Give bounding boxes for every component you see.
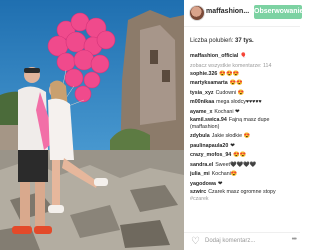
comments-list: maffashion_official 🎈 zobacz wszystkie ko…: [190, 52, 298, 204]
comment-item: szwirc Czarek masz ogromne stopy #czarek: [190, 189, 298, 203]
comment-item: sophie.326 😍😍😍: [190, 70, 298, 80]
comment-author[interactable]: tysia_xyz: [190, 90, 214, 96]
comment-item: m00nikaa mega słodcy♥♥♥♥♥: [190, 98, 298, 108]
comment-author[interactable]: martyksamarta: [190, 80, 228, 86]
comment-author[interactable]: zdybula: [190, 133, 210, 139]
post-details-panel: maffashion... Obserwowanie Liczba polubi…: [184, 0, 302, 251]
comment-author[interactable]: m00nikaa: [190, 99, 214, 105]
caption-author[interactable]: maffashion_official: [190, 53, 238, 59]
comment-author[interactable]: yagodowa: [190, 181, 216, 187]
comment-text: Jakie słodkie 😍: [211, 133, 251, 139]
comment-item: martyksamarta 😍😍: [190, 79, 298, 89]
comment-text: mega słodcy♥♥♥♥♥: [216, 99, 262, 105]
comment-item: yagodowa ❤: [190, 180, 298, 190]
comment-author[interactable]: szwirc: [190, 189, 206, 195]
comment-author[interactable]: kamil.swica.94: [190, 117, 227, 123]
comment-author[interactable]: sophie.326: [190, 71, 217, 77]
comment-item: ayame_x Kochani ❤: [190, 108, 298, 118]
comment-author[interactable]: crazy_mofos_94: [190, 152, 231, 158]
add-comment-bar: ♡ Dodaj komentarz... •••: [184, 232, 300, 251]
avatar[interactable]: [189, 5, 205, 21]
likes-label: Liczba polubień:: [190, 38, 234, 44]
comment-text: ❤: [230, 142, 235, 149]
comment-author[interactable]: sandra.el: [190, 162, 213, 168]
follow-button[interactable]: Obserwowanie: [254, 5, 302, 19]
comment-item: kamil.swica.94 Fajną masz dupe (maffashio…: [190, 117, 298, 131]
comment-text: Sweet🖤🖤🖤🖤: [215, 161, 257, 168]
comment-text: Kochani😍: [211, 171, 238, 177]
comment-item: julia_mi Kochani😍: [190, 170, 298, 180]
comment-item: crazy_mofos_94 😍😍: [190, 151, 298, 161]
comment-text: 😍😍: [229, 80, 243, 86]
comment-author[interactable]: julia_mi: [190, 171, 210, 177]
add-comment-input[interactable]: Dodaj komentarz...: [205, 238, 255, 244]
comment-text: 😍😍: [233, 152, 247, 158]
comment-item: tysia_xyz Cudowni 😍: [190, 89, 298, 99]
caption-text: 🎈: [240, 53, 247, 59]
comment-text: 😍😍😍: [219, 70, 240, 77]
post-photo: [0, 0, 184, 250]
comment-item: zdybula Jakie słodkie 😍: [190, 132, 298, 142]
post-header: maffashion... Obserwowanie: [184, 0, 302, 27]
comment-text: Cudowni 😍: [215, 89, 245, 96]
more-options-icon[interactable]: •••: [292, 236, 297, 243]
comment-item: sandra.el Sweet🖤🖤🖤🖤: [190, 161, 298, 171]
post-username[interactable]: maffashion...: [206, 8, 249, 15]
likes-row: Liczba polubień: 37 tys.: [190, 38, 254, 44]
comment-author[interactable]: paulinapaula20: [190, 143, 228, 149]
likes-count[interactable]: 37 tys.: [235, 38, 254, 44]
view-all-comments-link[interactable]: zobacz wszystkie komentarze: 114: [190, 62, 298, 70]
comment-item: paulinapaula20 ❤: [190, 142, 298, 152]
comment-text: ❤: [217, 180, 223, 187]
heart-icon[interactable]: ♡: [191, 237, 200, 247]
comment-text: Kochani ❤: [214, 108, 240, 115]
caption: maffashion_official 🎈: [190, 52, 298, 62]
comment-hashtag[interactable]: #czarek: [190, 196, 209, 202]
comment-text: Czarek masz ogromne stopy: [208, 189, 276, 195]
comment-author[interactable]: ayame_x: [190, 109, 212, 115]
